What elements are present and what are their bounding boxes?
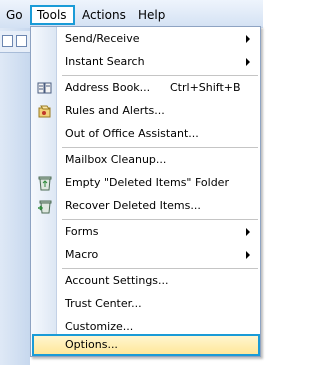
menu-separator [62,219,258,220]
menu-item-shortcut: Ctrl+Shift+B [170,81,241,94]
menu-go[interactable]: Go [6,7,23,23]
menu-separator [62,147,258,148]
menu-help-label: Help [138,8,166,22]
submenu-arrow-icon [246,35,250,43]
recycle-bin-icon [37,175,53,191]
address-book-icon [37,80,53,96]
menu-item-rules-and-alerts[interactable]: Rules and Alerts... [32,100,260,122]
menu-tools-label: Tools [37,8,67,22]
rules-icon [37,103,53,119]
menu-item-label: Recover Deleted Items... [65,199,201,212]
submenu-arrow-icon [246,228,250,236]
menu-item-label: Rules and Alerts... [65,104,165,117]
menu-separator [62,268,258,269]
menu-go-label: Go [6,8,23,22]
tools-dropdown-menu: Send/Receive Instant Search Address Book… [30,26,261,357]
toolbar-icon[interactable] [2,35,13,47]
menu-item-options[interactable]: Options... [32,334,260,356]
menu-separator [62,75,258,76]
menu-item-label: Mailbox Cleanup... [65,153,167,166]
menu-item-label: Empty "Deleted Items" Folder [65,176,229,189]
menu-item-trust-center[interactable]: Trust Center... [32,293,260,315]
menu-item-label: Instant Search [65,55,145,68]
menu-item-out-of-office[interactable]: Out of Office Assistant... [32,123,260,145]
menu-item-label: Forms [65,225,99,238]
menu-item-forms[interactable]: Forms [32,221,260,243]
menu-item-label: Trust Center... [65,297,142,310]
menu-item-label: Customize... [65,320,134,333]
menu-item-empty-deleted[interactable]: Empty "Deleted Items" Folder [32,172,260,194]
menu-item-instant-search[interactable]: Instant Search [32,51,260,73]
menu-item-mailbox-cleanup[interactable]: Mailbox Cleanup... [32,149,260,171]
toolbar-fragment [0,31,30,53]
menu-item-macro[interactable]: Macro [32,244,260,266]
menu-bar: Go Tools Actions Help [0,0,263,28]
menu-tools[interactable]: Tools [30,5,75,25]
menu-actions-label: Actions [82,8,126,22]
submenu-arrow-icon [246,58,250,66]
menu-item-address-book[interactable]: Address Book... Ctrl+Shift+B [32,77,260,99]
menu-item-account-settings[interactable]: Account Settings... [32,270,260,292]
recover-icon [37,198,53,214]
submenu-arrow-icon [246,251,250,259]
menu-item-send-receive[interactable]: Send/Receive [32,28,260,50]
menu-item-label: Out of Office Assistant... [65,127,199,140]
menu-item-recover-deleted[interactable]: Recover Deleted Items... [32,195,260,217]
menu-item-label: Account Settings... [65,274,169,287]
menu-item-label: Macro [65,248,99,261]
menu-item-label: Address Book... [65,81,151,94]
left-pane-edge [0,28,30,365]
toolbar-icon[interactable] [16,35,27,47]
menu-help[interactable]: Help [138,7,165,23]
menu-actions[interactable]: Actions [82,7,126,23]
menu-item-label: Send/Receive [65,32,140,45]
menu-item-label: Options... [65,338,118,351]
